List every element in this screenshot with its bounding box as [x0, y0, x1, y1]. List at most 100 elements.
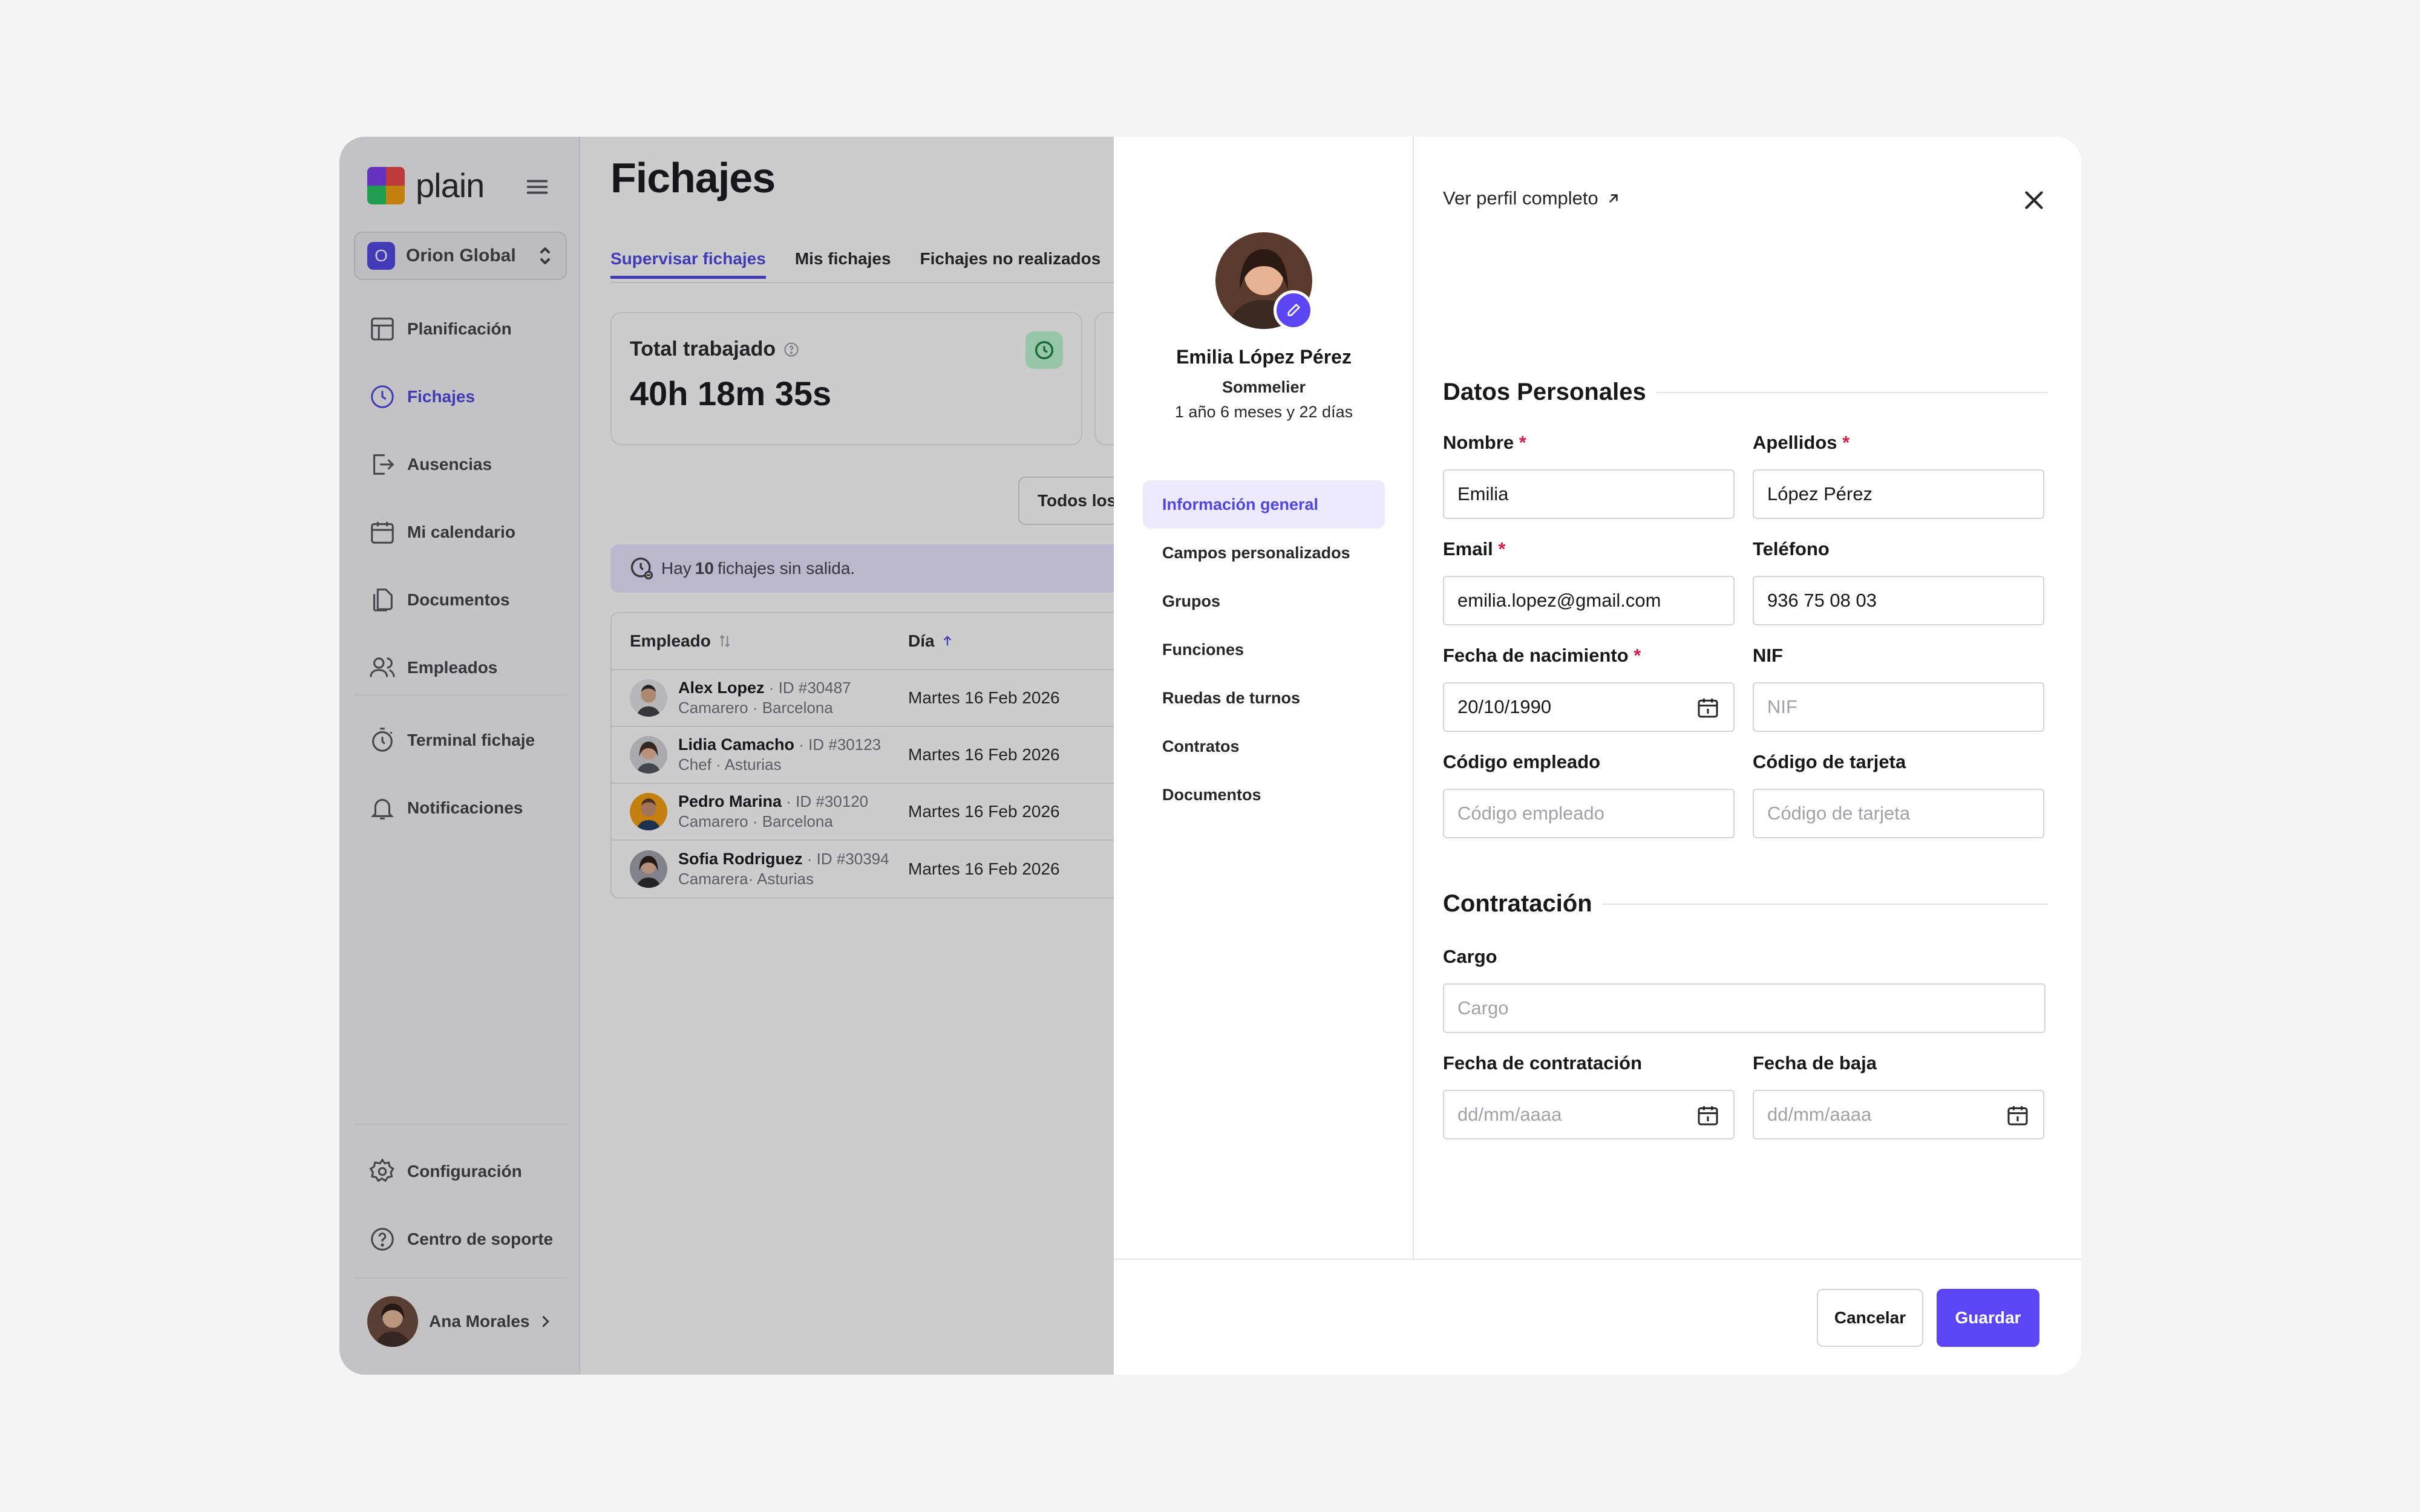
- field-nif: NIF NIF: [1753, 645, 2044, 732]
- section-datos-personales: Datos Personales: [1443, 379, 2048, 406]
- column-employee[interactable]: Empleado: [612, 631, 908, 651]
- sidebar-nav-secondary: Terminal fichaje Notificaciones: [354, 706, 567, 842]
- user-menu[interactable]: Ana Morales: [367, 1296, 555, 1347]
- field-label-text: Nombre: [1443, 432, 1514, 453]
- sidebar-item-mi-calendario[interactable]: Mi calendario: [354, 498, 567, 566]
- menu-informacion-general[interactable]: Información general: [1143, 480, 1385, 529]
- telefono-input[interactable]: 936 75 08 03: [1753, 576, 2044, 625]
- cancel-button[interactable]: Cancelar: [1817, 1289, 1923, 1347]
- view-full-profile-label: Ver perfil completo: [1443, 187, 1598, 209]
- field-label: Fecha de nacimiento *: [1443, 645, 1735, 670]
- email-input[interactable]: emilia.lopez@gmail.com: [1443, 576, 1735, 625]
- field-label-text: Email: [1443, 538, 1493, 559]
- tab-supervisar-fichajes[interactable]: Supervisar fichajes: [610, 249, 766, 279]
- field-fecha-nacimiento: Fecha de nacimiento * 20/10/1990: [1443, 645, 1735, 732]
- sidebar-item-label: Configuración: [407, 1162, 522, 1181]
- fecha-nacimiento-input[interactable]: 20/10/1990: [1443, 682, 1735, 732]
- calendar-icon[interactable]: [1696, 1103, 1720, 1127]
- sidebar-item-label: Notificaciones: [407, 798, 523, 817]
- users-icon: [370, 657, 395, 677]
- menu-campos-personalizados[interactable]: Campos personalizados: [1143, 529, 1385, 577]
- codigo-empleado-input[interactable]: Código empleado: [1443, 789, 1735, 838]
- day-cell: Martes 16 Feb 2026: [908, 745, 1060, 764]
- sidebar-item-ausencias[interactable]: Ausencias: [354, 431, 567, 498]
- field-nombre: Nombre * Emilia: [1443, 432, 1735, 519]
- employee-form: Ver perfil completo Datos Personales Nom…: [1414, 137, 2081, 1259]
- gear-icon: [369, 1158, 394, 1182]
- field-label: Teléfono: [1753, 538, 1830, 559]
- view-full-profile-link[interactable]: Ver perfil completo: [1443, 187, 1621, 209]
- sidebar-item-documentos[interactable]: Documentos: [354, 566, 567, 634]
- documents-icon: [373, 588, 393, 611]
- chevron-right-icon: [542, 1316, 549, 1327]
- section-contratacion: Contratación: [1443, 890, 2048, 917]
- field-label-text: Apellidos: [1753, 432, 1837, 453]
- menu-contratos[interactable]: Contratos: [1143, 722, 1385, 771]
- drawer-footer: Cancelar Guardar: [1114, 1259, 2081, 1375]
- close-icon[interactable]: [2019, 185, 2049, 215]
- save-button[interactable]: Guardar: [1937, 1289, 2039, 1347]
- external-link-icon: [1609, 194, 1618, 203]
- logo[interactable]: plain: [367, 166, 485, 205]
- table-icon: [371, 318, 394, 341]
- required-marker: *: [1498, 538, 1506, 559]
- stopwatch-icon: [372, 728, 393, 752]
- info-icon[interactable]: [783, 341, 800, 358]
- alert-count: 10: [695, 559, 714, 578]
- stat-label: Total trabajado: [630, 337, 776, 360]
- date-placeholder: dd/mm/aaaa: [1457, 1104, 1562, 1125]
- apellidos-input[interactable]: López Pérez: [1753, 469, 2044, 519]
- alert-prefix: Hay: [661, 559, 692, 578]
- nombre-input[interactable]: Emilia: [1443, 469, 1735, 519]
- help-icon: [371, 1228, 394, 1251]
- hamburger-menu-icon[interactable]: [523, 173, 551, 201]
- menu-ruedas-de-turnos[interactable]: Ruedas de turnos: [1143, 674, 1385, 722]
- column-day[interactable]: Día: [908, 631, 954, 651]
- edit-photo-button[interactable]: [1274, 290, 1313, 330]
- employee-name: Sofia Rodriguez: [678, 850, 803, 868]
- cargo-input[interactable]: Cargo: [1443, 983, 2046, 1033]
- sidebar-item-centro-de-soporte[interactable]: Centro de soporte: [354, 1205, 567, 1273]
- profile-name: Emilia López Pérez: [1176, 346, 1352, 368]
- fecha-contratacion-input[interactable]: dd/mm/aaaa: [1443, 1090, 1735, 1139]
- menu-grupos[interactable]: Grupos: [1143, 577, 1385, 625]
- employee-cell: Alex Lopez · ID #30487 Camarero · Barcel…: [612, 679, 908, 717]
- field-cargo: Cargo Cargo: [1443, 946, 2046, 1033]
- menu-funciones[interactable]: Funciones: [1143, 625, 1385, 674]
- stat-card-total-trabajado: Total trabajado 40h 18m 35s: [610, 312, 1082, 445]
- avatar: [630, 850, 667, 888]
- calendar-icon[interactable]: [2006, 1103, 2030, 1127]
- pencil-icon: [1287, 303, 1301, 316]
- sidebar-item-label: Planificación: [407, 319, 512, 338]
- required-marker: *: [1842, 432, 1850, 453]
- organization-selector[interactable]: O Orion Global: [354, 232, 567, 280]
- fecha-baja-input[interactable]: dd/mm/aaaa: [1753, 1090, 2044, 1139]
- codigo-tarjeta-input[interactable]: Código de tarjeta: [1753, 789, 2044, 838]
- sidebar-item-label: Mi calendario: [407, 523, 515, 541]
- employee-id: · ID #30120: [782, 792, 869, 810]
- sidebar-item-empleados[interactable]: Empleados: [354, 634, 567, 702]
- sidebar-item-label: Centro de soporte: [407, 1230, 554, 1248]
- sidebar-item-fichajes[interactable]: Fichajes: [354, 363, 567, 431]
- avatar: [630, 736, 667, 774]
- field-codigo-empleado: Código empleado Código empleado: [1443, 751, 1735, 838]
- sidebar-item-terminal-fichaje[interactable]: Terminal fichaje: [354, 706, 567, 774]
- stat-label-wrap: Total trabajado: [630, 337, 800, 361]
- sidebar-item-notificaciones[interactable]: Notificaciones: [354, 774, 567, 842]
- field-fecha-baja: Fecha de baja dd/mm/aaaa: [1753, 1052, 2044, 1139]
- sidebar-item-label: Documentos: [407, 590, 510, 609]
- chevron-up-down-icon: [540, 247, 550, 264]
- sidebar-item-planificacion[interactable]: Planificación: [354, 295, 567, 363]
- tab-mis-fichajes[interactable]: Mis fichajes: [795, 249, 891, 279]
- employee-id: · ID #30394: [802, 850, 889, 868]
- sidebar-item-configuracion[interactable]: Configuración: [354, 1138, 567, 1205]
- page-title: Fichajes: [610, 154, 776, 201]
- field-label: Apellidos *: [1753, 432, 2044, 457]
- app-window: plain O Orion Global Planificación Ficha…: [339, 137, 2081, 1375]
- tab-fichajes-no-realizados[interactable]: Fichajes no realizados: [920, 249, 1101, 279]
- employee-id: · ID #30123: [794, 735, 881, 754]
- nif-input[interactable]: NIF: [1753, 682, 2044, 732]
- calendar-icon[interactable]: [1696, 696, 1720, 720]
- menu-documentos[interactable]: Documentos: [1143, 771, 1385, 819]
- user-name: Ana Morales: [429, 1312, 530, 1331]
